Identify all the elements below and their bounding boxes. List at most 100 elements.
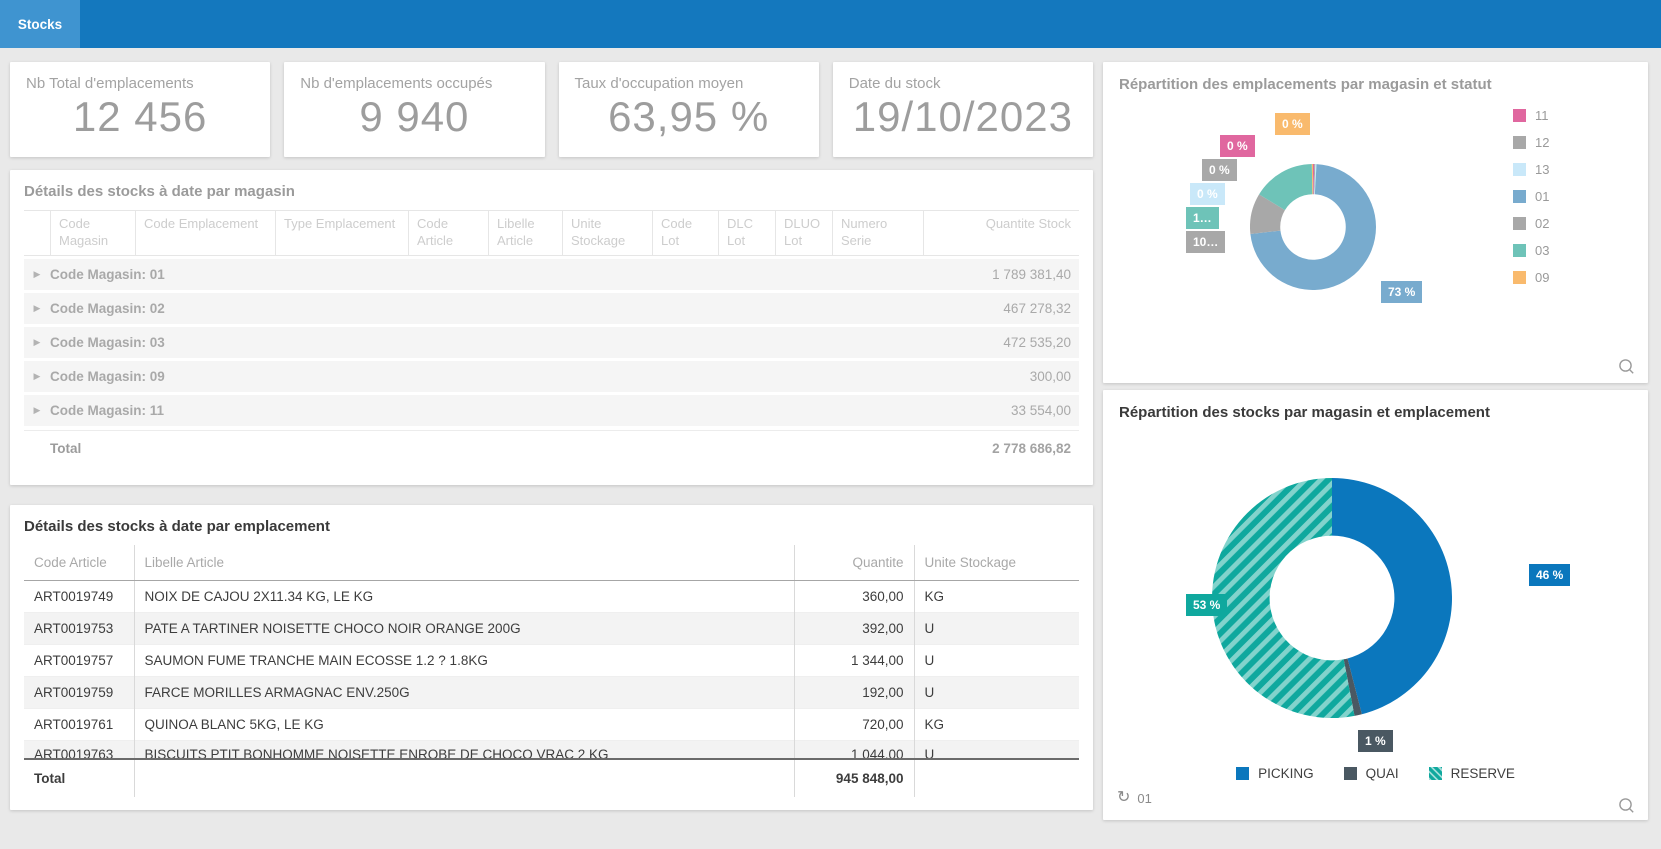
cell-libelle: QUINOA BLANC 5KG, LE KG [134, 709, 794, 741]
cell-unite: U [914, 741, 1079, 760]
table-row[interactable]: ART0019757 SAUMON FUME TRANCHE MAIN ECOS… [24, 645, 1079, 677]
table-header-row: Code Article Libelle Article Quantite Un… [24, 545, 1079, 581]
data-label-picking: 46 % [1529, 564, 1570, 586]
expand-chevron-icon[interactable]: ▶ [24, 269, 50, 280]
right-column: Répartition des emplacements par magasin… [1103, 62, 1648, 820]
cell-unite: KG [914, 581, 1079, 613]
legend-swatch [1513, 244, 1526, 257]
kpi-row: Nb Total d'emplacements 12 456 Nb d'empl… [10, 62, 1093, 157]
table-row[interactable]: ART0019759 FARCE MORILLES ARMAGNAC ENV.2… [24, 677, 1079, 709]
legend-item-quai[interactable]: QUAI [1344, 766, 1399, 781]
data-label-reserve: 53 % [1186, 594, 1227, 616]
expand-chevron-icon[interactable]: ▶ [24, 337, 50, 348]
table-row[interactable]: ART0019753 PATE A TARTINER NOISETTE CHOC… [24, 613, 1079, 645]
legend-label: 12 [1535, 135, 1549, 150]
row-label: Code Magasin: 01 [50, 267, 901, 282]
matrix-row-magasin-09[interactable]: ▶ Code Magasin: 09 300,00 [24, 361, 1079, 392]
magnifier-icon[interactable] [1618, 358, 1635, 375]
chart-legend: 11 12 13 01 02 03 09 [1513, 102, 1549, 291]
refresh-icon[interactable]: ↻ [1117, 790, 1130, 806]
row-label: Code Magasin: 09 [50, 369, 901, 384]
column-header: Quantite Stock [923, 211, 1079, 255]
chart-footer: ↻ 01 [1117, 790, 1152, 806]
matrix-total-row: Total 2 778 686,82 [24, 430, 1079, 466]
expand-chevron-icon[interactable]: ▶ [24, 371, 50, 382]
expand-chevron-icon[interactable]: ▶ [24, 405, 50, 416]
cell-unite: KG [914, 709, 1079, 741]
cell-code-article: ART0019749 [24, 581, 134, 613]
matrix-stocks-par-magasin: Code Magasin Code Emplacement Type Empla… [24, 210, 1079, 466]
chart-emplacements-par-magasin-card: Répartition des emplacements par magasin… [1103, 62, 1648, 383]
data-label-02: 10… [1186, 231, 1225, 253]
chart-title: Répartition des stocks par magasin et em… [1103, 390, 1648, 421]
kpi-label: Date du stock [833, 62, 1093, 92]
legend-label: PICKING [1258, 766, 1314, 781]
column-header: Code Article [408, 211, 488, 255]
cell-libelle: SAUMON FUME TRANCHE MAIN ECOSSE 1.2 ? 1.… [134, 645, 794, 677]
legend-item-11[interactable]: 11 [1513, 102, 1549, 129]
column-header: Unite Stockage [562, 211, 652, 255]
legend-swatch [1236, 767, 1249, 780]
legend-item-13[interactable]: 13 [1513, 156, 1549, 183]
total-value: 2 778 686,82 [901, 441, 1079, 456]
kpi-value: 12 456 [10, 93, 270, 141]
data-label-11: 0 % [1220, 135, 1255, 157]
table-row[interactable]: ART0019749 NOIX DE CAJOU 2X11.34 KG, LE … [24, 581, 1079, 613]
legend-item-picking[interactable]: PICKING [1236, 766, 1314, 781]
legend-swatch [1513, 190, 1526, 203]
legend-label: 13 [1535, 162, 1549, 177]
cell-code-article: ART0019761 [24, 709, 134, 741]
column-header: Numero Serie [832, 211, 923, 255]
column-header-unite-stockage[interactable]: Unite Stockage [914, 545, 1079, 581]
total-value: 945 848,00 [794, 759, 914, 797]
legend-item-reserve[interactable]: RESERVE [1429, 766, 1515, 781]
table-row-clipped[interactable]: ART0019763 BISCUITS PTIT BONHOMME NOISET… [24, 741, 1079, 760]
row-value: 472 535,20 [901, 335, 1079, 350]
total-label: Total [24, 759, 134, 797]
table-title: Détails des stocks à date par emplacemen… [24, 518, 1079, 535]
kpi-value: 63,95 % [559, 93, 819, 141]
magnifier-icon[interactable] [1618, 797, 1635, 814]
kpi-card-emplacements-occupes: Nb d'emplacements occupés 9 940 [284, 62, 544, 157]
column-header: Type Emplacement [275, 211, 408, 255]
column-header-code-article[interactable]: Code Article [24, 545, 134, 581]
total-label: Total [24, 441, 901, 456]
donut-chart-emplacements[interactable] [1250, 164, 1376, 290]
cell-quantite: 720,00 [794, 709, 914, 741]
row-label: Code Magasin: 03 [50, 335, 901, 350]
legend-item-03[interactable]: 03 [1513, 237, 1549, 264]
cell-quantite: 1 344,00 [794, 645, 914, 677]
matrix-row-magasin-01[interactable]: ▶ Code Magasin: 01 1 789 381,40 [24, 259, 1079, 290]
cell-quantite: 392,00 [794, 613, 914, 645]
column-header-quantite[interactable]: Quantite [794, 545, 914, 581]
legend-item-09[interactable]: 09 [1513, 264, 1549, 291]
matrix-header-row: Code Magasin Code Emplacement Type Empla… [24, 210, 1079, 256]
expand-chevron-icon[interactable]: ▶ [24, 303, 50, 314]
tab-stocks[interactable]: Stocks [0, 0, 80, 48]
legend-label: 03 [1535, 243, 1549, 258]
column-header: Code Lot [652, 211, 718, 255]
column-header: Code Emplacement [135, 211, 275, 255]
legend-label: 11 [1535, 108, 1549, 123]
legend-item-01[interactable]: 01 [1513, 183, 1549, 210]
column-header: Code Magasin [50, 211, 135, 255]
matrix-row-magasin-03[interactable]: ▶ Code Magasin: 03 472 535,20 [24, 327, 1079, 358]
table-row[interactable]: ART0019761 QUINOA BLANC 5KG, LE KG 720,0… [24, 709, 1079, 741]
matrix-row-magasin-11[interactable]: ▶ Code Magasin: 11 33 554,00 [24, 395, 1079, 426]
cell-unite: U [914, 645, 1079, 677]
legend-item-12[interactable]: 12 [1513, 129, 1549, 156]
cell-code-article: ART0019759 [24, 677, 134, 709]
cell-quantite: 192,00 [794, 677, 914, 709]
column-header-libelle-article[interactable]: Libelle Article [134, 545, 794, 581]
total-spacer [914, 759, 1079, 797]
row-value: 33 554,00 [901, 403, 1079, 418]
donut-chart-stocks[interactable] [1212, 478, 1452, 718]
matrix-row-magasin-02[interactable]: ▶ Code Magasin: 02 467 278,32 [24, 293, 1079, 324]
kpi-value: 9 940 [284, 93, 544, 141]
cell-libelle: BISCUITS PTIT BONHOMME NOISETTE ENROBE D… [134, 741, 794, 760]
column-header: Libelle Article [488, 211, 562, 255]
kpi-label: Taux d'occupation moyen [559, 62, 819, 92]
legend-label: RESERVE [1451, 766, 1515, 781]
kpi-value: 19/10/2023 [833, 93, 1093, 141]
legend-item-02[interactable]: 02 [1513, 210, 1549, 237]
